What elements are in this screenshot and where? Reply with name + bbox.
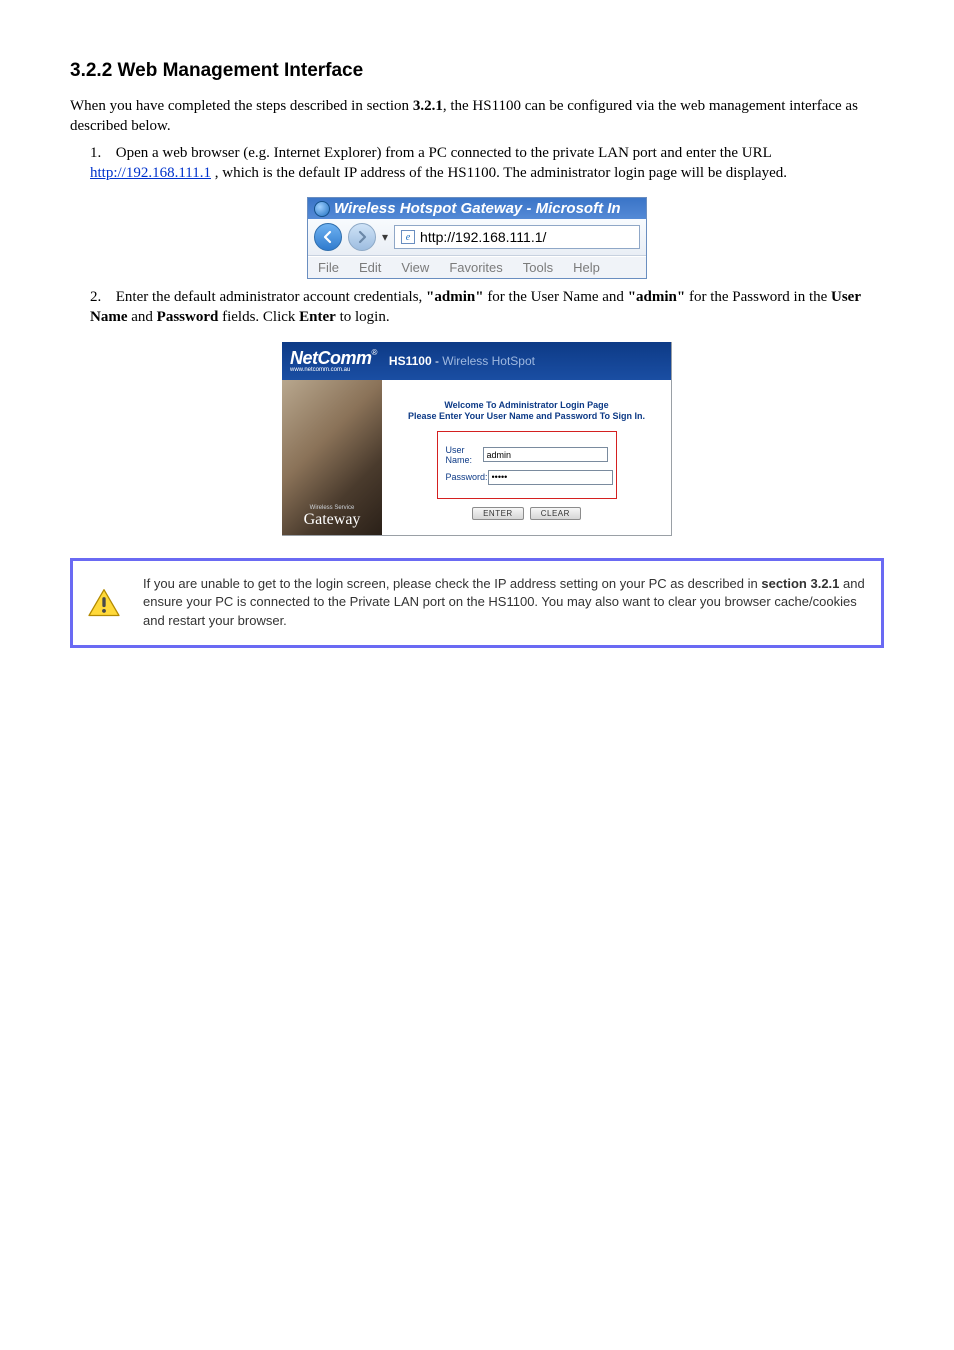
ie-logo-icon [314,201,330,217]
step-2-pass-field: Password [157,309,219,325]
step-2-pre: Enter the default administrator account … [116,289,426,305]
step-1-number: 1. [90,143,112,163]
arrow-right-icon [355,230,369,244]
step-2-enter: Enter [299,309,336,325]
username-row: User Name: [446,445,608,465]
step-2-line3: to login. [336,309,390,325]
browser-title: Wireless Hotspot Gateway - Microsoft In [334,200,621,217]
password-input[interactable] [488,470,613,485]
product-name: Wireless HotSpot [442,354,535,368]
step-2-mid: for the User Name and [484,289,628,305]
menu-favorites[interactable]: Favorites [449,260,502,275]
notice-section-ref: section 3.2.1 [761,576,839,591]
address-text: http://192.168.111.1/ [420,229,546,245]
login-box: User Name: Password: [437,431,617,499]
username-input[interactable] [483,447,608,462]
browser-toolbar: ▾ e http://192.168.111.1/ [308,219,646,256]
router-side-image: Wireless Service Gateway [282,380,382,535]
section-heading: 3.2.2 Web Management Interface [70,60,884,82]
instruction-text: Please Enter Your User Name and Password… [394,411,659,421]
password-label: Password: [446,472,488,482]
back-button[interactable] [314,223,342,251]
address-bar[interactable]: e http://192.168.111.1/ [394,225,640,249]
step-2-number: 2. [90,287,112,307]
brand-logo: NetComm® www.netcomm.com.au [290,348,377,373]
enter-button[interactable]: ENTER [472,507,524,520]
intro-paragraph: When you have completed the steps descri… [70,96,884,137]
brand-registered-icon: ® [372,348,377,357]
side-caption-main: Gateway [304,511,361,529]
menu-tools[interactable]: Tools [523,260,553,275]
password-row: Password: [446,470,608,485]
username-label: User Name: [446,445,483,465]
router-header: NetComm® www.netcomm.com.au HS1100 - Wir… [282,342,671,380]
intro-pre: When you have completed the steps descri… [70,98,413,114]
step-2-line2: fields. Click [218,309,299,325]
step-1-url[interactable]: http://192.168.111.1 [90,165,211,181]
step-2-user-value: "admin" [426,289,484,305]
browser-window-figure: Wireless Hotspot Gateway - Microsoft In … [307,197,647,279]
brand-name: NetComm [290,348,372,368]
step-1-post: , which is the default IP address of the… [211,165,787,181]
page-icon: e [401,230,415,244]
step-1-pre: Open a web browser (e.g. Internet Explor… [116,145,771,161]
router-main-panel: Welcome To Administrator Login Page Plea… [382,380,671,535]
step-1: 1. Open a web browser (e.g. Internet Exp… [90,143,884,184]
arrow-left-icon [321,230,335,244]
nav-dropdown-icon[interactable]: ▾ [382,230,388,244]
router-login-figure: NetComm® www.netcomm.com.au HS1100 - Wir… [282,342,672,536]
product-code: HS1100 [389,354,432,368]
menu-file[interactable]: File [318,260,339,275]
browser-titlebar: Wireless Hotspot Gateway - Microsoft In [308,198,646,219]
step-2: 2. Enter the default administrator accou… [90,287,884,328]
browser-menubar: File Edit View Favorites Tools Help [308,256,646,278]
intro-section-ref: 3.2.1 [413,98,443,114]
product-title: HS1100 - Wireless HotSpot [389,354,535,368]
forward-button[interactable] [348,223,376,251]
warning-icon [87,588,121,618]
step-2-and: and [128,309,157,325]
step-2-pass-value: "admin" [628,289,686,305]
notice-text-pre: If you are unable to get to the login sc… [143,576,761,591]
welcome-text: Welcome To Administrator Login Page [394,400,659,410]
menu-help[interactable]: Help [573,260,600,275]
clear-button[interactable]: CLEAR [530,507,581,520]
step-2-post: for the Password in the [685,289,831,305]
menu-edit[interactable]: Edit [359,260,381,275]
product-separator: - [432,354,443,368]
menu-view[interactable]: View [401,260,429,275]
notice-box: If you are unable to get to the login sc… [70,558,884,649]
